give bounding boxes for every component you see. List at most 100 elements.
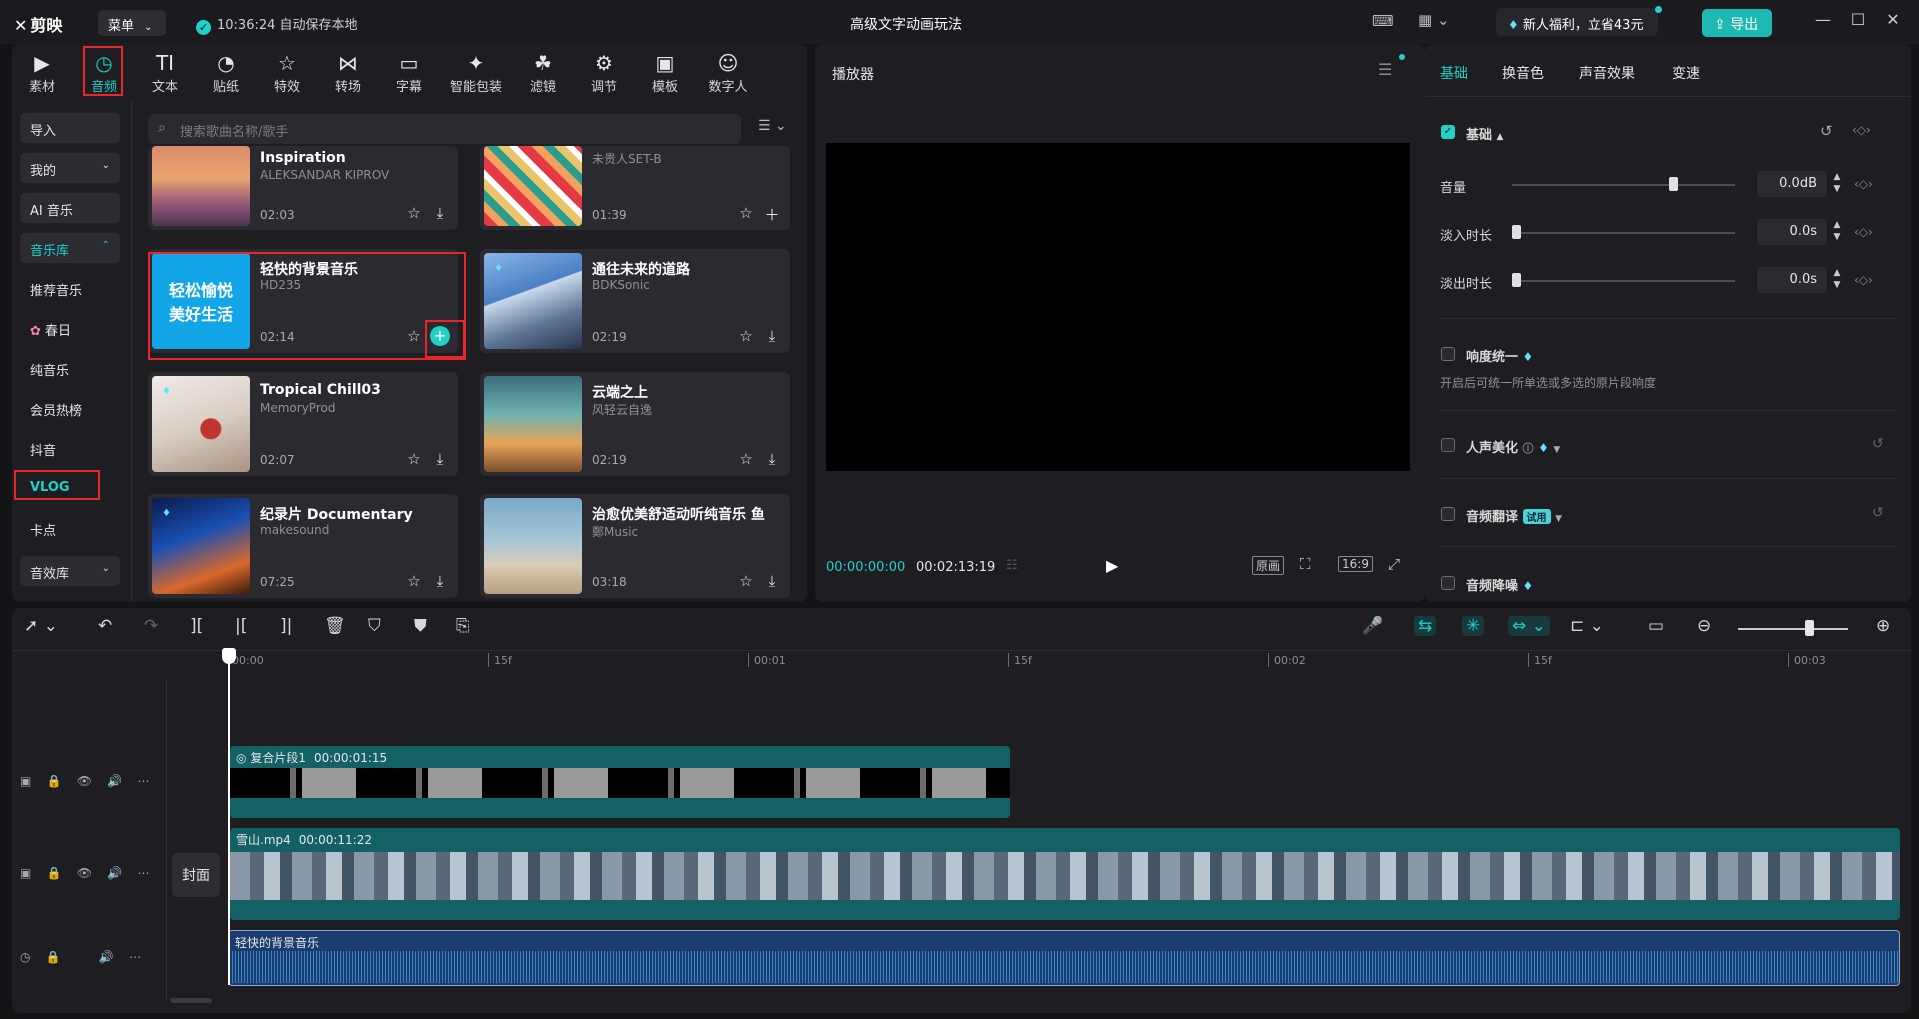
auto-snap-icon[interactable]: ✳ <box>1462 616 1485 636</box>
layout-icon[interactable]: ▦ ⌄ <box>1418 11 1450 29</box>
lock-icon[interactable]: 🔒 <box>46 950 61 964</box>
fade-in-slider[interactable] <box>1512 232 1735 234</box>
sidebar-import[interactable]: 导入 <box>20 113 120 143</box>
tab-text[interactable]: TI 文本 <box>139 50 191 100</box>
magnet-icon[interactable]: ⇆ <box>1414 616 1437 636</box>
close-icon[interactable]: ✕ <box>1880 10 1906 34</box>
add-icon[interactable]: ＋ <box>762 204 782 224</box>
favorite-star-icon[interactable]: ☆ <box>736 450 756 470</box>
music-card[interactable]: ♦ Tropical Chill03 MemoryProd 02:07 ☆ ⤓ <box>148 372 458 476</box>
more-icon[interactable]: ⋯ <box>138 774 150 788</box>
sidebar-mine[interactable]: 我的 ⌄ <box>20 153 120 183</box>
video-clip[interactable]: 雪山.mp4 00:00:11:22 <box>230 828 1900 920</box>
volume-keyframe-icon[interactable]: ‹◇› <box>1854 177 1873 191</box>
tab-sticker[interactable]: ◔ 贴纸 <box>200 50 252 100</box>
volume-value[interactable]: 0.0dB <box>1757 171 1827 197</box>
zoom-out-icon[interactable]: ⊖ <box>1697 616 1711 636</box>
timeline-zoom-knob[interactable] <box>1805 620 1814 636</box>
music-card[interactable]: ♦ 通往未来的道路 BDKSonic 02:19 ☆ ⤓ <box>480 249 790 353</box>
download-icon[interactable]: ⤓ <box>762 327 782 347</box>
lock-icon[interactable]: 🔒 <box>47 774 62 788</box>
reset-icon[interactable]: ↺ <box>1872 505 1884 521</box>
voice-beauty-checkbox[interactable] <box>1441 438 1455 452</box>
download-icon[interactable]: ⤓ <box>430 572 450 592</box>
split-left-icon[interactable]: |[ <box>235 616 247 636</box>
sidebar-sfx-library[interactable]: 音效库 ⌄ <box>20 556 120 586</box>
loudness-checkbox[interactable] <box>1441 347 1455 361</box>
marker-icon[interactable]: ⛊ <box>414 616 427 636</box>
sidebar-item-pure-music[interactable]: 纯音乐 <box>20 353 120 383</box>
sidebar-item-spring[interactable]: ✿ 春日 <box>20 313 120 343</box>
select-pointer-icon[interactable]: ➚ ⌄ <box>24 616 58 636</box>
tab-speed[interactable]: 变速 <box>1672 63 1700 83</box>
basic-checkbox[interactable]: ✓ <box>1441 125 1455 139</box>
speaker-icon[interactable]: 🔊 <box>107 866 122 880</box>
fade-in-keyframe-icon[interactable]: ‹◇› <box>1854 225 1873 239</box>
compound-clip[interactable]: ◎ 复合片段1 00:00:01:15 <box>230 746 1010 818</box>
tab-filter[interactable]: ☘ 滤镜 <box>517 50 569 100</box>
promo-banner[interactable]: ♦ 新人福利，立省43元 <box>1496 6 1662 36</box>
fade-in-slider-knob[interactable] <box>1512 225 1521 239</box>
search-input[interactable]: ⌕ 搜索歌曲名称/歌手 <box>148 114 741 144</box>
minimize-icon[interactable]: — <box>1810 10 1836 34</box>
favorite-star-icon[interactable]: ☆ <box>736 572 756 592</box>
hamburger-menu-icon[interactable]: ☰ <box>1378 60 1392 79</box>
tab-effects[interactable]: ☆ 特效 <box>261 50 313 100</box>
horizontal-scrollbar[interactable] <box>170 998 212 1003</box>
speaker-icon[interactable]: 🔊 <box>107 774 122 788</box>
tab-voice-change[interactable]: 换音色 <box>1502 63 1544 83</box>
tab-media[interactable]: ▶ 素材 <box>16 50 68 100</box>
download-icon[interactable]: ⤓ <box>430 450 450 470</box>
music-card[interactable]: 治愈优美舒适动听纯音乐 鱼 鄭Music 03:18 ☆ ⤓ <box>480 494 790 598</box>
download-icon[interactable]: ⤓ <box>762 572 782 592</box>
denoise-checkbox[interactable] <box>1441 576 1455 590</box>
sidebar-music-library[interactable]: 音乐库 ⌃ <box>20 233 120 263</box>
more-icon[interactable]: ⋯ <box>129 950 141 964</box>
music-card[interactable]: 未贵人SET-B 01:39 ☆ ＋ <box>480 146 790 230</box>
tab-transition[interactable]: ⋈ 转场 <box>322 50 374 100</box>
audio-clip[interactable]: 轻快的背景音乐 <box>228 930 1900 986</box>
tab-subtitle[interactable]: ▭ 字幕 <box>383 50 435 100</box>
fade-out-slider-knob[interactable] <box>1512 273 1521 287</box>
more-icon[interactable]: ⋯ <box>138 866 150 880</box>
fade-out-stepper[interactable]: ▲ ▼ <box>1829 267 1845 293</box>
music-card[interactable]: 云端之上 风轻云自逸 02:19 ☆ ⤓ <box>480 372 790 476</box>
translate-checkbox[interactable] <box>1441 507 1455 521</box>
tab-smart-pack[interactable]: ✦ 智能包装 <box>444 50 508 100</box>
favorite-star-icon[interactable]: ☆ <box>736 204 756 224</box>
zoom-in-icon[interactable]: ⊕ <box>1876 616 1890 636</box>
playhead-handle[interactable] <box>222 648 236 664</box>
fade-out-slider[interactable] <box>1512 280 1735 282</box>
aspect-ratio-button[interactable]: 16:9 <box>1338 556 1373 572</box>
favorite-star-icon[interactable]: ☆ <box>404 204 424 224</box>
fade-in-value[interactable]: 0.0s <box>1757 219 1827 245</box>
shield-icon[interactable]: ⛉ <box>368 616 381 636</box>
grid-icon[interactable]: ☷ <box>1006 558 1018 573</box>
maximize-icon[interactable]: ☐ <box>1845 10 1871 34</box>
tab-template[interactable]: ▣ 模板 <box>639 50 691 100</box>
sidebar-ai-music[interactable]: AI 音乐 <box>20 193 120 223</box>
original-quality-button[interactable]: 原画 <box>1252 556 1285 575</box>
reset-icon[interactable]: ↺ <box>1820 122 1833 140</box>
cover-button[interactable]: 封面 <box>172 853 220 897</box>
keyframe-icon[interactable]: ‹◇› <box>1852 123 1871 137</box>
microphone-icon[interactable]: 🎤 <box>1362 616 1383 636</box>
tab-digital-human[interactable]: ☺ 数字人 <box>700 50 756 100</box>
zoom-fit-icon[interactable]: ⛶ <box>1300 555 1311 573</box>
align-icon[interactable]: ⊏ ⌄ <box>1570 616 1604 636</box>
favorite-star-icon[interactable]: ☆ <box>404 572 424 592</box>
speaker-icon[interactable]: 🔊 <box>99 950 114 964</box>
playhead[interactable] <box>228 650 230 985</box>
music-card[interactable]: Inspiration ALEKSANDAR KIPROV 02:03 ☆ ⤓ <box>148 146 458 230</box>
download-icon[interactable]: ⤓ <box>762 450 782 470</box>
download-icon[interactable]: ⤓ <box>430 204 450 224</box>
volume-slider-knob[interactable] <box>1668 177 1678 191</box>
music-card[interactable]: ♦ 纪录片 Documentary makesound 07:25 ☆ ⤓ <box>148 494 458 598</box>
fade-out-value[interactable]: 0.0s <box>1757 267 1827 293</box>
filter-sort-button[interactable]: ☰ ⌄ <box>758 118 787 134</box>
tab-basic[interactable]: 基础 <box>1440 63 1468 83</box>
undo-icon[interactable]: ↶ <box>98 616 112 636</box>
split-right-icon[interactable]: ]| <box>280 616 292 636</box>
sidebar-item-beat[interactable]: 卡点 <box>20 513 120 543</box>
redo-icon[interactable]: ↷ <box>144 616 158 636</box>
